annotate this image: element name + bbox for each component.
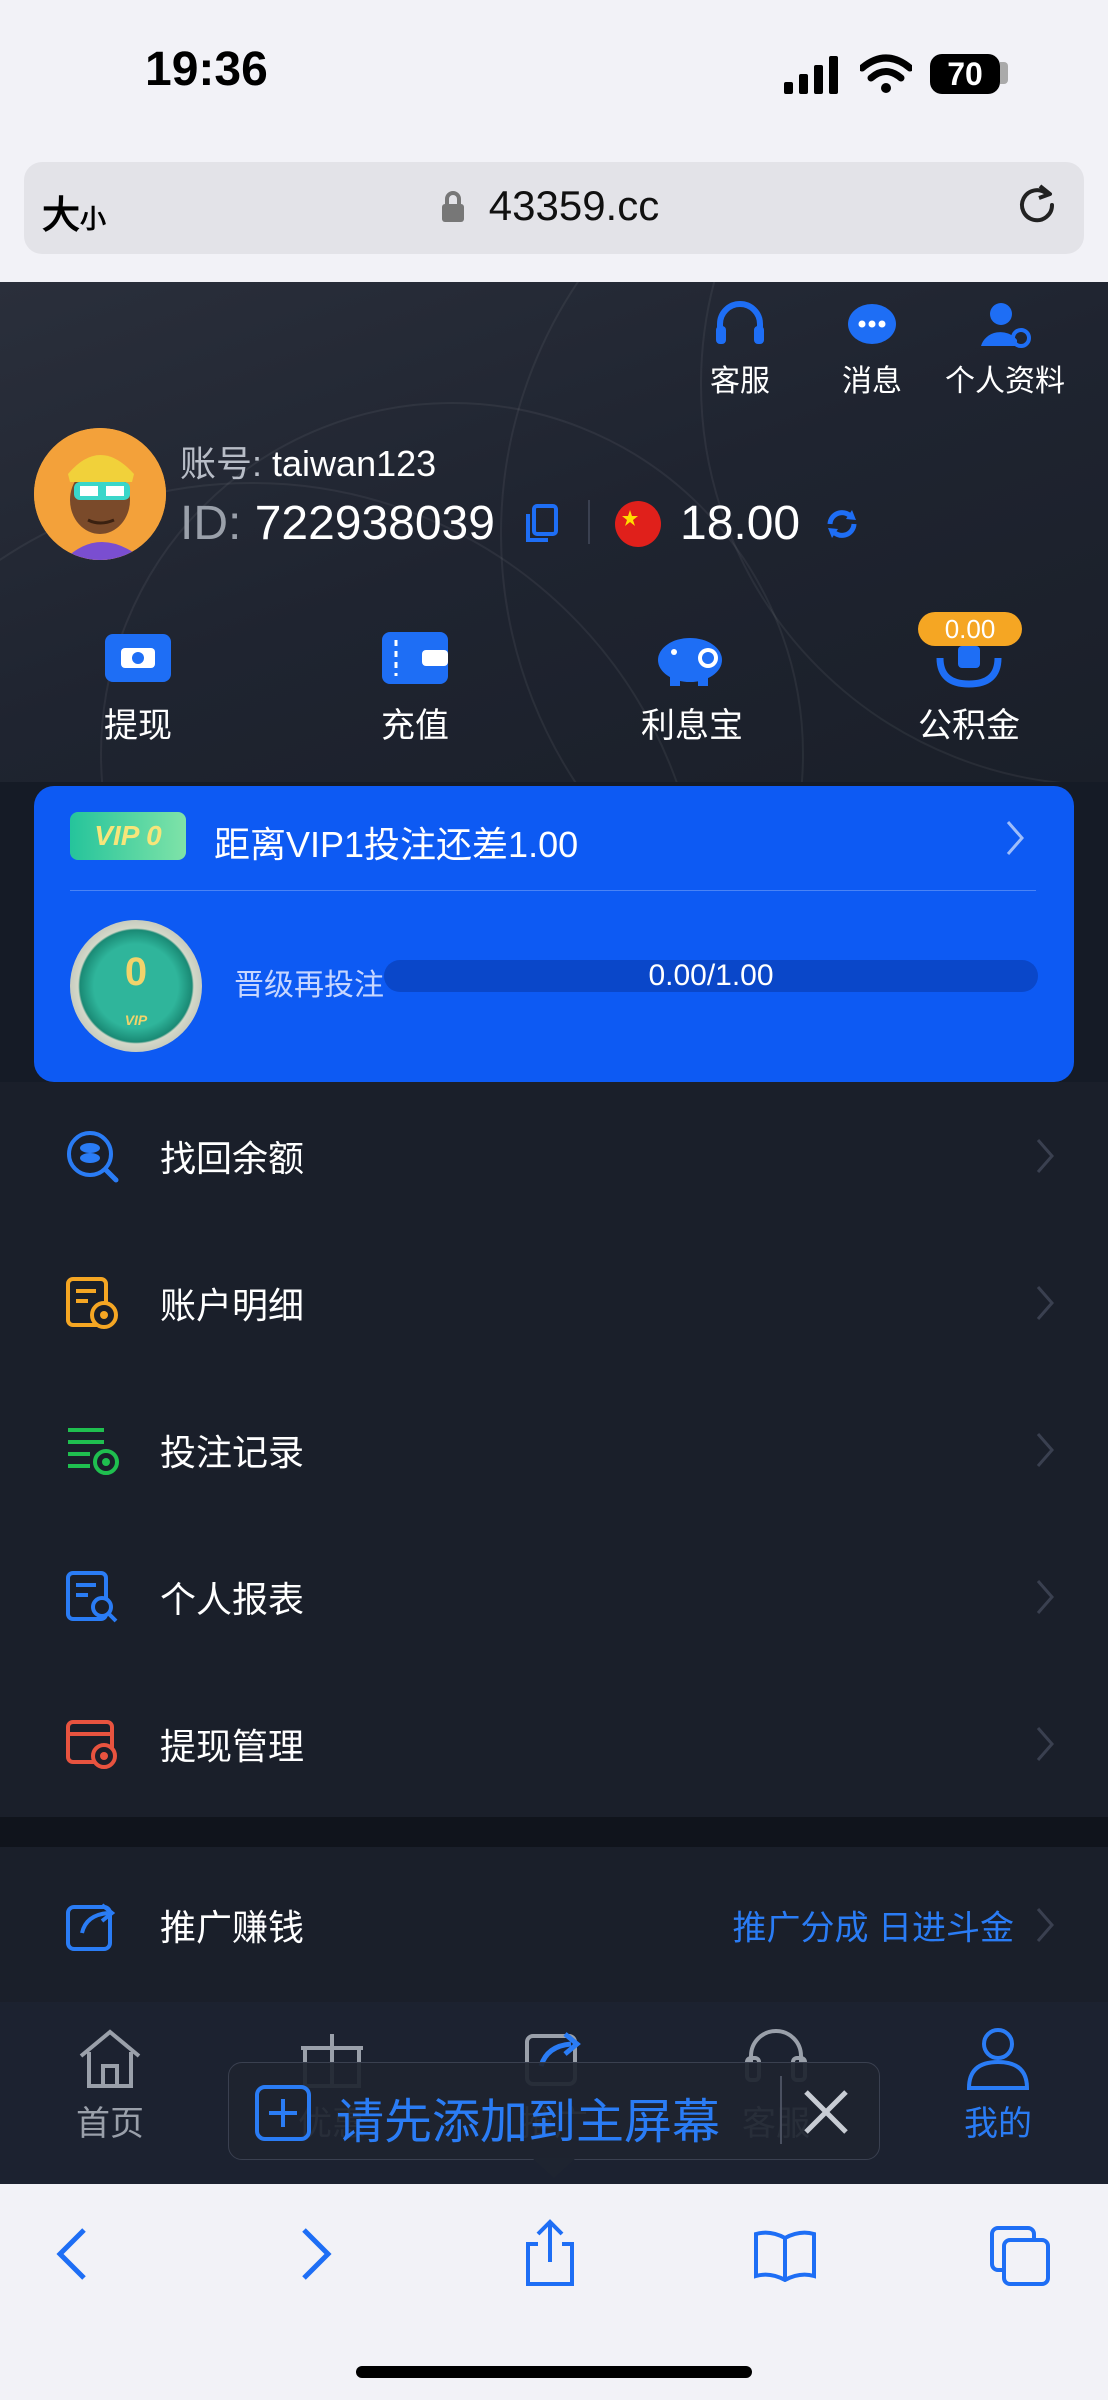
fund-label: 公积金 <box>918 707 1020 745</box>
banner-pointer <box>532 2158 576 2178</box>
account-line: 账号: taiwan123 <box>180 435 436 487</box>
tab-home-label: 首页 <box>76 2105 144 2143</box>
signal-icon <box>784 56 838 94</box>
withdraw-icon <box>105 634 171 682</box>
china-flag-icon <box>615 501 661 547</box>
menu-item-bet-record[interactable]: 投注记录 <box>0 1376 1108 1523</box>
battery-cap <box>1000 62 1008 84</box>
menu-label-account-detail: 账户明细 <box>160 1284 305 1326</box>
battery-icon: 70 <box>930 54 1000 94</box>
tab-home[interactable]: 首页 <box>40 2026 180 2145</box>
customer-service-label: 客服 <box>710 365 770 398</box>
id-line: ID: 722938039 <box>180 496 495 551</box>
copy-icon[interactable] <box>524 504 560 544</box>
chevron-right-icon <box>1036 1138 1054 1173</box>
account-detail-icon <box>66 1276 118 1329</box>
vip-divider <box>70 890 1036 891</box>
withdraw-label: 提现 <box>104 707 172 745</box>
menu-label-report: 个人报表 <box>160 1578 305 1620</box>
url-text: 43359.cc <box>488 182 660 229</box>
recharge-button[interactable]: 充值 <box>325 628 505 747</box>
menu-item-report[interactable]: 个人报表 <box>0 1523 1108 1670</box>
tab-mine-label: 我的 <box>964 2105 1032 2143</box>
plus-square-icon <box>255 2085 311 2141</box>
share-icon <box>66 1902 116 1951</box>
recharge-label: 充值 <box>381 707 449 745</box>
message-icon <box>848 304 896 344</box>
profile-settings-icon <box>981 303 1031 348</box>
refresh-icon[interactable] <box>824 506 860 542</box>
status-time: 19:36 <box>145 43 268 96</box>
profile-button[interactable]: 个人资料 <box>940 300 1070 400</box>
upgrade-label: 晋级再投注 <box>234 969 384 1002</box>
bet-record-icon <box>68 1427 119 1475</box>
report-icon <box>66 1570 118 1622</box>
account-label: 账号: <box>180 443 263 484</box>
menu-label-promo: 推广赚钱 <box>160 1906 305 1948</box>
menu-item-withdraw-manage[interactable]: 提现管理 <box>0 1670 1108 1817</box>
tab-mine[interactable]: 我的 <box>928 2026 1068 2145</box>
wifi-icon <box>860 54 912 93</box>
chevron-right-icon <box>1036 1285 1054 1320</box>
chevron-right-icon <box>1036 1726 1054 1761</box>
fund-badge: 0.00 <box>918 612 1022 646</box>
chevron-right-icon <box>1036 1579 1054 1614</box>
banner-text: 请先添加到主屏幕 <box>336 2096 721 2149</box>
forward-icon[interactable] <box>296 2226 336 2282</box>
home-icon <box>79 2029 141 2088</box>
vip-level: 0 <box>124 950 148 994</box>
interest-label: 利息宝 <box>641 707 743 745</box>
reload-icon[interactable] <box>1012 180 1062 230</box>
chevron-right-icon <box>1036 1907 1054 1942</box>
back-icon[interactable] <box>52 2226 92 2282</box>
vip-badge: VIP 0 <box>70 812 186 860</box>
divider <box>588 500 590 544</box>
user-icon <box>966 2028 1030 2090</box>
avatar-image <box>34 428 166 560</box>
messages-label: 消息 <box>842 365 902 398</box>
menu-label-recover-balance: 找回余额 <box>160 1137 305 1179</box>
interest-button[interactable]: 利息宝 <box>602 628 782 747</box>
account-name: taiwan123 <box>272 443 437 484</box>
customer-service-button[interactable]: 客服 <box>690 300 790 400</box>
headset-icon <box>716 301 764 344</box>
banner-divider <box>780 2076 782 2144</box>
balance: 18.00 <box>680 497 801 550</box>
menu-item-account-detail[interactable]: 账户明细 <box>0 1229 1108 1376</box>
menu-item-recover-balance[interactable]: 找回余额 <box>0 1082 1108 1229</box>
avatar[interactable] <box>34 428 166 560</box>
menu-label-bet-record: 投注记录 <box>160 1431 305 1473</box>
close-icon[interactable] <box>800 2086 852 2138</box>
promo-tagline: 推广分成 日进斗金 <box>732 1909 1014 1947</box>
section-divider <box>0 1817 1108 1847</box>
battery-level: 70 <box>947 56 983 92</box>
share-sheet-icon[interactable] <box>520 2218 580 2288</box>
profile-label: 个人资料 <box>945 365 1065 398</box>
bookmarks-icon[interactable] <box>752 2228 818 2282</box>
vip-medal-icon: 0 VIP <box>70 920 202 1052</box>
vip-message: 距离VIP1投注还差1.00 <box>214 824 579 865</box>
recover-balance-icon <box>67 1130 119 1182</box>
messages-button[interactable]: 消息 <box>822 300 922 400</box>
home-indicator <box>356 2366 752 2378</box>
chevron-right-icon <box>1036 1432 1054 1467</box>
menu-item-promo[interactable]: 推广赚钱 推广分成 日进斗金 <box>0 1847 1108 2002</box>
withdraw-manage-icon <box>66 1719 117 1769</box>
piggy-bank-icon <box>658 638 722 686</box>
tabs-icon[interactable] <box>988 2224 1052 2288</box>
user-id: 722938039 <box>254 497 495 550</box>
vip-medal-text: VIP <box>124 1012 148 1028</box>
vip-progress-text: 0.00/1.00 <box>648 959 774 992</box>
wallet-icon <box>382 632 448 684</box>
id-label: ID: <box>180 497 242 550</box>
menu-label-withdraw-manage: 提现管理 <box>160 1725 305 1767</box>
chevron-right-icon <box>1006 821 1024 855</box>
withdraw-button[interactable]: 提现 <box>48 628 228 747</box>
